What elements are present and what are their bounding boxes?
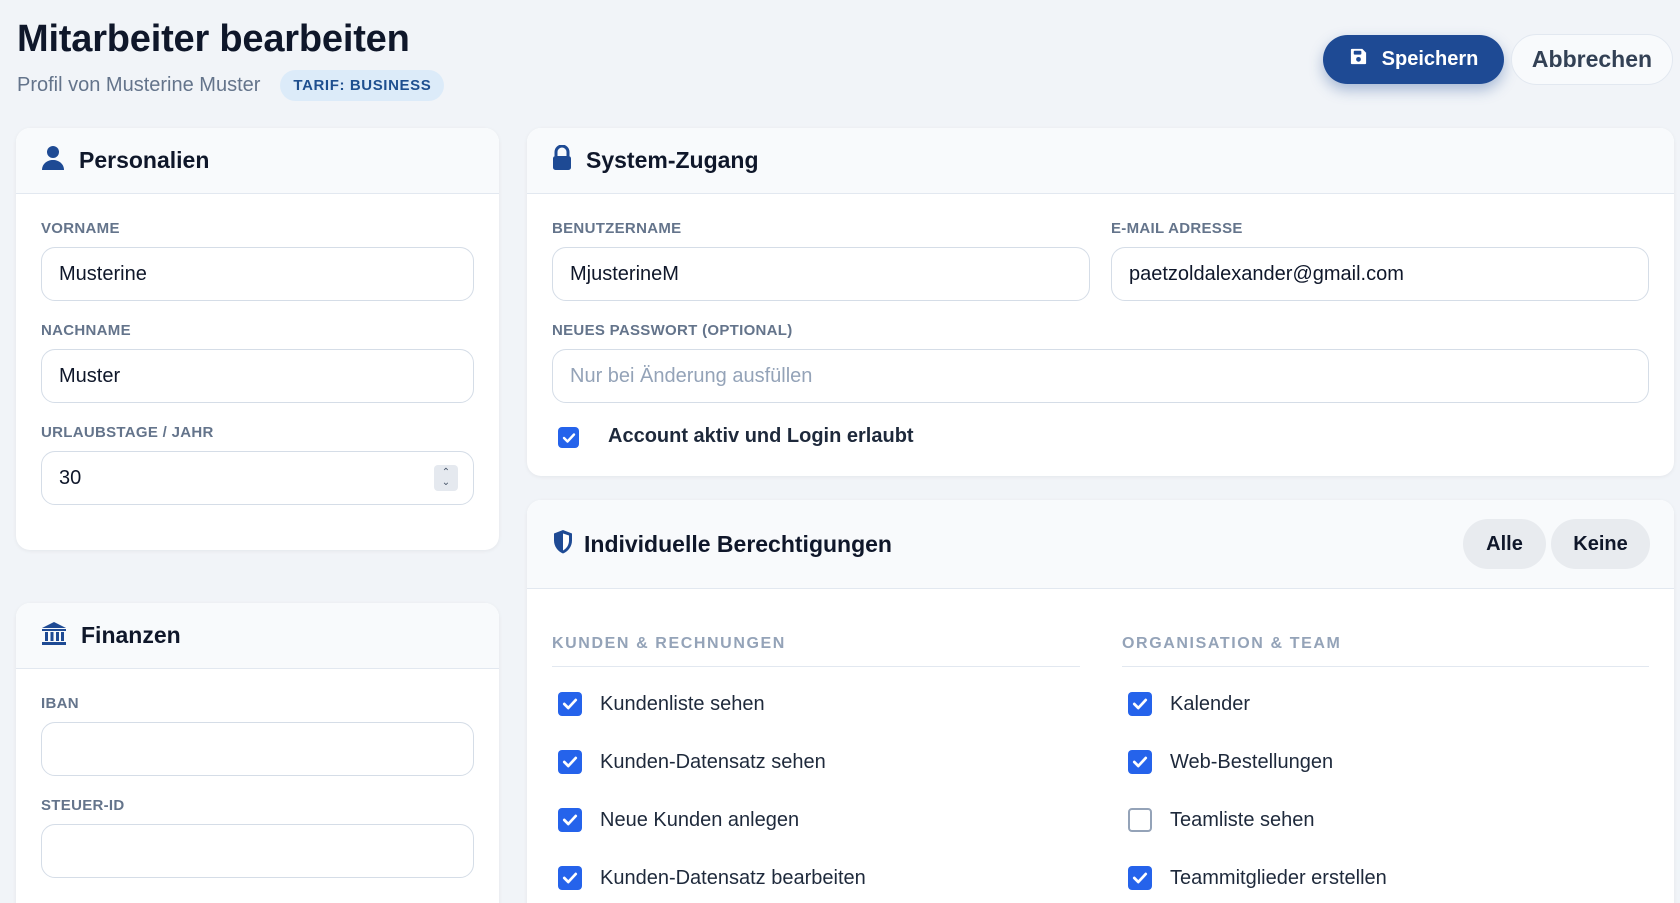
berechtigungen-header: Individuelle Berechtigungen Alle Keine	[527, 500, 1674, 589]
perm-checkbox-0-2[interactable]	[558, 808, 582, 832]
organisation-team-heading: ORGANISATION & TEAM	[1122, 635, 1649, 667]
person-icon	[41, 145, 65, 176]
urlaub-wrapper: ⌃ ⌄	[41, 451, 474, 505]
personalien-header: Personalien	[16, 128, 499, 194]
finanzen-card: Finanzen IBAN STEUER-ID	[16, 603, 499, 903]
account-active-checkbox[interactable]	[558, 427, 579, 448]
perm-label: Kalender	[1170, 693, 1251, 715]
account-active-label: Account aktiv und Login erlaubt	[608, 425, 914, 447]
shield-icon	[552, 529, 574, 560]
subtitle-row: Profil von Musterine Muster TARIF: BUSIN…	[17, 70, 445, 101]
perm-label: Kunden-Datensatz sehen	[600, 751, 826, 773]
iban-field[interactable]	[41, 722, 474, 776]
personalien-card: Personalien VORNAME NACHNAME URLAUBSTAGE…	[16, 128, 499, 550]
finanzen-title: Finanzen	[81, 622, 181, 648]
perm-checkbox-1-2[interactable]	[1128, 808, 1152, 832]
tarif-badge: TARIF: BUSINESS	[280, 70, 445, 101]
berechtigungen-title: Individuelle Berechtigungen	[584, 530, 892, 557]
berechtigungen-card: Individuelle Berechtigungen Alle Keine K…	[527, 500, 1674, 903]
perm-checkbox-1-3[interactable]	[1128, 866, 1152, 890]
perm-label: Kunden-Datensatz bearbeiten	[600, 867, 866, 889]
urlaub-stepper-input[interactable]	[41, 451, 474, 505]
vorname-field[interactable]	[41, 247, 474, 301]
perm-checkbox-0-0[interactable]	[558, 692, 582, 716]
perm-checkbox-0-1[interactable]	[558, 750, 582, 774]
iban-label: IBAN	[41, 695, 79, 712]
personalien-title: Personalien	[79, 147, 210, 173]
email-label: E-MAIL ADRESSE	[1111, 220, 1243, 237]
page-subtitle: Profil von Musterine Muster	[17, 74, 261, 96]
passwort-label: NEUES PASSWORT (OPTIONAL)	[552, 322, 793, 339]
lock-icon	[552, 144, 572, 176]
nachname-field[interactable]	[41, 349, 474, 403]
chevron-down-icon[interactable]: ⌄	[442, 478, 450, 488]
alle-button[interactable]: Alle	[1463, 519, 1546, 569]
save-button-label: Speichern	[1381, 48, 1479, 70]
perm-label: Teammitglieder erstellen	[1170, 867, 1387, 889]
keine-button[interactable]: Keine	[1551, 519, 1650, 569]
perm-checkbox-0-3[interactable]	[558, 866, 582, 890]
system-zugang-card: System-Zugang BENUTZERNAME E-MAIL ADRESS…	[527, 128, 1674, 476]
perm-label: Teamliste sehen	[1170, 809, 1315, 831]
perm-checkbox-1-0[interactable]	[1128, 692, 1152, 716]
number-stepper[interactable]: ⌃ ⌄	[434, 465, 458, 491]
perm-checkbox-1-1[interactable]	[1128, 750, 1152, 774]
kunden-rechnungen-heading: KUNDEN & RECHNUNGEN	[552, 635, 1080, 667]
cancel-button[interactable]: Abbrechen	[1511, 34, 1673, 85]
perm-label: Web-Bestellungen	[1170, 751, 1334, 773]
perm-label: Neue Kunden anlegen	[600, 809, 800, 831]
perm-label: Kundenliste sehen	[600, 693, 765, 715]
nachname-label: NACHNAME	[41, 322, 131, 339]
system-zugang-header: System-Zugang	[527, 128, 1674, 194]
passwort-field[interactable]	[552, 349, 1649, 403]
system-zugang-title: System-Zugang	[586, 147, 759, 173]
benutzername-field[interactable]	[552, 247, 1090, 301]
benutzername-label: BENUTZERNAME	[552, 220, 682, 237]
email-field[interactable]	[1111, 247, 1649, 301]
finanzen-header: Finanzen	[16, 603, 499, 669]
floppy-disk-icon	[1349, 47, 1368, 72]
steuer-label: STEUER-ID	[41, 797, 125, 814]
bank-icon	[41, 621, 67, 650]
urlaub-label: URLAUBSTAGE / JAHR	[41, 424, 214, 441]
vorname-label: VORNAME	[41, 220, 120, 237]
save-button[interactable]: Speichern	[1323, 35, 1504, 84]
steuer-field[interactable]	[41, 824, 474, 878]
page-title: Mitarbeiter bearbeiten	[17, 18, 410, 60]
